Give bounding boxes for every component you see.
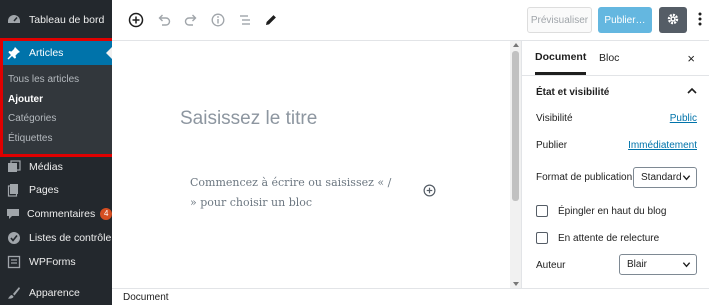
author-label: Auteur xyxy=(536,260,566,271)
comment-count-badge: 4 xyxy=(100,208,113,220)
sticky-label: Épingler en haut du blog xyxy=(558,205,667,217)
sticky-checkbox[interactable] xyxy=(536,205,548,217)
edit-pencil-icon[interactable] xyxy=(262,11,280,29)
tab-block[interactable]: Bloc xyxy=(599,41,619,75)
sidebar-item-label: WPForms xyxy=(29,256,76,268)
scroll-down-arrow-icon[interactable] xyxy=(513,282,519,286)
publish-date-link[interactable]: Immédiatement xyxy=(628,140,697,151)
visibility-label: Visibilité xyxy=(536,113,573,124)
tab-document[interactable]: Document xyxy=(535,41,587,75)
submenu-categories[interactable]: Catégories xyxy=(8,113,56,124)
pending-review-checkbox[interactable] xyxy=(536,232,548,244)
sidebar-item-label: Commentaires xyxy=(27,208,96,220)
pending-review-checkbox-row[interactable]: En attente de relecture xyxy=(536,232,659,244)
sidebar-item-articles[interactable]: Articles xyxy=(0,41,112,65)
sidebar-item-checklists[interactable]: Listes de contrôle xyxy=(0,226,112,250)
sidebar-item-appearance[interactable]: Apparence xyxy=(0,281,112,305)
sidebar-item-label: Médias xyxy=(29,161,63,173)
sidebar-item-comments[interactable]: Commentaires 4 xyxy=(0,202,113,226)
sidebar-item-dashboard[interactable]: Tableau de bord xyxy=(0,8,112,32)
chevron-up-icon[interactable] xyxy=(687,87,697,98)
paragraph-block-placeholder[interactable]: Commencez à écrire ou saisissez « / » po… xyxy=(190,173,400,213)
editor-scrollbar[interactable] xyxy=(510,41,521,288)
vertical-ellipsis-icon xyxy=(698,12,702,29)
sticky-checkbox-row[interactable]: Épingler en haut du blog xyxy=(536,205,666,217)
articles-submenu: Tous les articles Ajouter Catégories Éti… xyxy=(0,65,112,157)
forms-icon xyxy=(6,254,22,270)
pin-icon xyxy=(6,45,22,61)
publish-button[interactable]: Publier… xyxy=(598,7,652,33)
media-icon xyxy=(6,159,22,175)
scroll-thumb[interactable] xyxy=(512,51,519,201)
post-format-value: Standard xyxy=(641,172,682,183)
comment-icon xyxy=(6,206,20,222)
settings-button[interactable] xyxy=(659,7,687,33)
checklist-icon xyxy=(6,230,22,246)
editor-footer: Document xyxy=(112,288,709,305)
post-title-input[interactable]: Saisissez le titre xyxy=(180,108,317,130)
publish-label: Publier xyxy=(536,140,568,151)
editor-toolbar: Prévisualiser Publier… xyxy=(112,0,709,41)
breadcrumb[interactable]: Document xyxy=(123,292,169,303)
info-icon[interactable] xyxy=(209,11,227,29)
panel-divider xyxy=(522,75,709,76)
more-options-button[interactable] xyxy=(694,9,706,31)
post-format-select[interactable]: Standard xyxy=(633,167,697,188)
redo-icon[interactable] xyxy=(182,11,200,29)
author-value: Blair xyxy=(627,259,648,270)
chevron-down-icon xyxy=(682,173,691,185)
gear-icon xyxy=(666,12,680,29)
sidebar-item-label: Listes de contrôle xyxy=(29,232,112,244)
pending-review-label: En attente de relecture xyxy=(558,232,660,244)
sidebar-item-pages[interactable]: Pages xyxy=(0,178,112,202)
submenu-all-articles[interactable]: Tous les articles xyxy=(8,74,79,85)
close-icon[interactable]: × xyxy=(687,51,695,66)
submenu-tags[interactable]: Étiquettes xyxy=(8,133,52,144)
scroll-up-arrow-icon[interactable] xyxy=(513,43,519,47)
visibility-link[interactable]: Public xyxy=(670,113,697,124)
sidebar-item-label: Apparence xyxy=(29,287,80,299)
preview-button[interactable]: Prévisualiser xyxy=(527,7,592,33)
brush-icon xyxy=(6,285,22,301)
status-visibility-heading[interactable]: État et visibilité xyxy=(536,87,609,98)
sidebar-item-media[interactable]: Médias xyxy=(0,155,112,179)
admin-sidebar: Tableau de bord Articles Tous les articl… xyxy=(0,0,113,305)
editor-canvas: Saisissez le titre Commencez à écrire ou… xyxy=(112,41,510,288)
submenu-add-new[interactable]: Ajouter xyxy=(8,94,43,105)
post-format-label: Format de publication xyxy=(536,172,633,183)
undo-icon[interactable] xyxy=(155,11,173,29)
block-navigation-icon[interactable] xyxy=(236,11,254,29)
dashboard-icon xyxy=(6,12,22,28)
sidebar-item-label: Pages xyxy=(29,184,59,196)
sidebar-item-wpforms[interactable]: WPForms xyxy=(0,250,112,274)
inline-add-block-icon[interactable] xyxy=(422,183,436,197)
pages-icon xyxy=(6,182,22,198)
sidebar-item-label: Articles xyxy=(29,47,64,59)
settings-panel: Document Bloc × État et visibilité Visib… xyxy=(521,41,709,288)
chevron-down-icon xyxy=(682,260,691,272)
author-select[interactable]: Blair xyxy=(619,254,697,275)
add-block-icon[interactable] xyxy=(127,11,145,29)
sidebar-item-label: Tableau de bord xyxy=(29,14,105,26)
